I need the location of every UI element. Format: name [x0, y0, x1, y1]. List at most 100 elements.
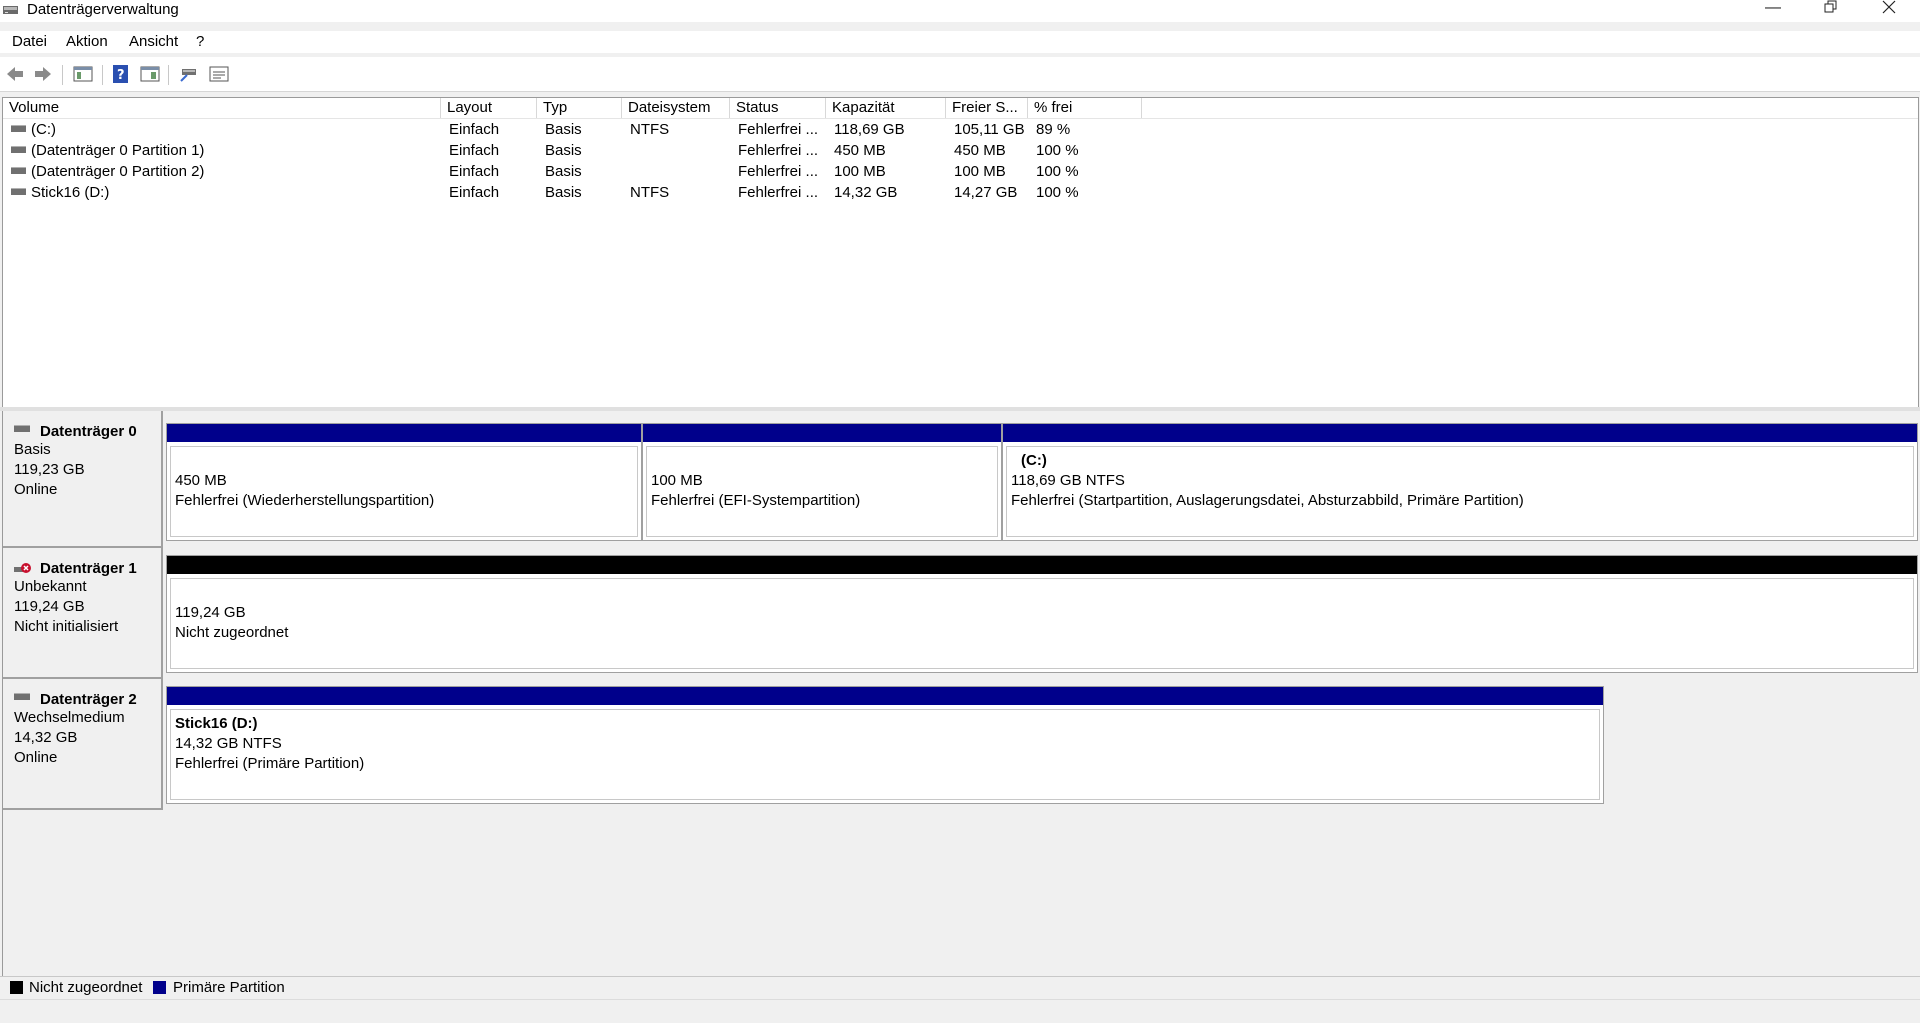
help-icon[interactable]: ?	[110, 63, 132, 85]
properties-icon[interactable]	[139, 63, 161, 85]
cell-kapazitaet: 100 MB	[834, 163, 886, 180]
cell-kapazitaet: 450 MB	[834, 142, 886, 159]
menu-aktion[interactable]: Aktion	[66, 33, 108, 50]
toolbar-separator	[168, 65, 169, 85]
disk-state: Online	[14, 749, 58, 766]
menu-datei[interactable]: Datei	[12, 33, 47, 50]
cell-volume: (Datenträger 0 Partition 2)	[3, 161, 204, 182]
cell-layout: Einfach	[449, 142, 500, 159]
column-header-kapazitaet[interactable]: Kapazität	[826, 98, 946, 118]
back-arrow-icon[interactable]	[4, 63, 26, 85]
title-bar: Datenträgerverwaltung —	[0, 0, 1920, 22]
disk-graphical-view: Datenträger 0 Basis 119,23 GB Online 450…	[2, 411, 1918, 982]
cell-freier-speicher: 100 MB	[954, 163, 1006, 180]
disk-label-0[interactable]: Datenträger 0 Basis 119,23 GB Online	[3, 411, 163, 548]
partition-status: Fehlerfrei (Primäre Partition)	[175, 755, 365, 772]
disk-size: 14,32 GB	[14, 729, 78, 746]
cell-dateisystem: NTFS	[630, 184, 670, 201]
volume-list-header: Volume Layout Typ Dateisystem Status Kap…	[3, 98, 1918, 119]
partition-size: 119,24 GB	[175, 604, 246, 621]
cell-prozent-frei: 89 %	[1036, 121, 1071, 138]
partition-title: (C:)	[1021, 452, 1047, 469]
disk-management-app-icon	[2, 3, 20, 17]
disk-state: Online	[14, 481, 58, 498]
cell-kapazitaet: 14,32 GB	[834, 184, 898, 201]
cell-freier-speicher: 450 MB	[954, 142, 1006, 159]
column-header-status[interactable]: Status	[730, 98, 826, 118]
partition-status: Fehlerfrei (Wiederherstellungspartition)	[175, 492, 435, 509]
disk-type: Unbekannt	[14, 578, 87, 595]
menu-bar: Datei Aktion Ansicht ?	[0, 31, 1920, 53]
cell-volume: (C:)	[3, 119, 56, 140]
table-row[interactable]: (C:) Einfach Basis NTFS Fehlerfrei ... 1…	[3, 119, 1918, 140]
partition-status: Fehlerfrei (EFI-Systempartition)	[651, 492, 861, 509]
cell-typ: Basis	[545, 142, 582, 159]
drive-icon	[11, 145, 26, 153]
window-title: Datenträgerverwaltung	[27, 1, 179, 18]
cell-prozent-frei: 100 %	[1036, 142, 1079, 159]
disk-state: Nicht initialisiert	[14, 618, 119, 635]
cell-status: Fehlerfrei ...	[738, 121, 819, 138]
partition-block[interactable]: 450 MB Fehlerfrei (Wiederherstellungspar…	[166, 423, 642, 541]
partition-size: 118,69 GB NTFS	[1011, 472, 1125, 489]
forward-arrow-icon[interactable]	[32, 63, 54, 85]
partition-block[interactable]: Stick16 (D:) 14,32 GB NTFS Fehlerfrei (P…	[166, 686, 1604, 804]
status-strip	[0, 999, 1920, 1023]
cell-status: Fehlerfrei ...	[738, 184, 819, 201]
disk-size: 119,24 GB	[14, 598, 85, 615]
column-header-freier-speicher[interactable]: Freier S...	[946, 98, 1028, 118]
menu-ansicht[interactable]: Ansicht	[129, 33, 178, 50]
cell-layout: Einfach	[449, 184, 500, 201]
cell-status: Fehlerfrei ...	[738, 142, 819, 159]
disk-icon	[14, 693, 30, 700]
cell-typ: Basis	[545, 184, 582, 201]
partition-title: Stick16 (D:)	[175, 715, 258, 732]
disk-type: Basis	[14, 441, 51, 458]
unallocated-block[interactable]: 119,24 GB Nicht zugeordnet	[166, 555, 1918, 673]
toolbar: ?	[0, 57, 1920, 92]
cell-kapazitaet: 118,69 GB	[834, 121, 905, 138]
disk-icon	[14, 425, 30, 432]
drive-icon	[11, 187, 26, 195]
legend-primary: Primäre Partition	[173, 979, 285, 996]
disk-label-2[interactable]: Datenträger 2 Wechselmedium 14,32 GB Onl…	[3, 679, 163, 810]
legend-swatch-primary	[153, 981, 166, 994]
partition-size: 100 MB	[651, 472, 703, 489]
cell-layout: Einfach	[449, 121, 500, 138]
column-header-prozent-frei[interactable]: % frei	[1028, 98, 1142, 118]
table-row[interactable]: Stick16 (D:) Einfach Basis NTFS Fehlerfr…	[3, 182, 1918, 203]
partition-color-bar	[1003, 424, 1917, 442]
table-row[interactable]: (Datenträger 0 Partition 2) Einfach Basi…	[3, 161, 1918, 182]
partition-block[interactable]: (C:) 118,69 GB NTFS Fehlerfrei (Startpar…	[1002, 423, 1918, 541]
connect-icon[interactable]	[178, 63, 200, 85]
partition-size: 450 MB	[175, 472, 227, 489]
cell-dateisystem: NTFS	[630, 121, 670, 138]
minimize-icon[interactable]: —	[1750, 0, 1796, 22]
disk-size: 119,23 GB	[14, 461, 85, 478]
toolbar-separator	[102, 65, 103, 85]
column-header-typ[interactable]: Typ	[537, 98, 622, 118]
disk-name: Datenträger 1	[40, 560, 137, 577]
drive-icon	[11, 124, 26, 132]
disk-error-icon	[14, 562, 32, 576]
settings-list-icon[interactable]	[208, 63, 230, 85]
cell-layout: Einfach	[449, 163, 500, 180]
cell-dateisystem	[622, 161, 630, 182]
cell-volume: Stick16 (D:)	[3, 182, 109, 203]
table-row[interactable]: (Datenträger 0 Partition 1) Einfach Basi…	[3, 140, 1918, 161]
menu-help[interactable]: ?	[196, 33, 204, 50]
restore-icon[interactable]	[1808, 0, 1854, 22]
partition-status: Nicht zugeordnet	[175, 624, 289, 641]
column-header-dateisystem[interactable]: Dateisystem	[622, 98, 730, 118]
cell-prozent-frei: 100 %	[1036, 184, 1079, 201]
console-tree-icon[interactable]	[72, 63, 94, 85]
disk-label-1[interactable]: Datenträger 1 Unbekannt 119,24 GB Nicht …	[3, 548, 163, 679]
partition-block[interactable]: 100 MB Fehlerfrei (EFI-Systempartition)	[642, 423, 1002, 541]
cell-freier-speicher: 105,11 GB	[954, 121, 1025, 138]
column-header-layout[interactable]: Layout	[441, 98, 537, 118]
close-icon[interactable]	[1866, 0, 1912, 22]
cell-typ: Basis	[545, 121, 582, 138]
column-header-volume[interactable]: Volume	[3, 98, 441, 118]
partition-color-bar	[167, 556, 1917, 574]
disk-name: Datenträger 0	[40, 423, 137, 440]
